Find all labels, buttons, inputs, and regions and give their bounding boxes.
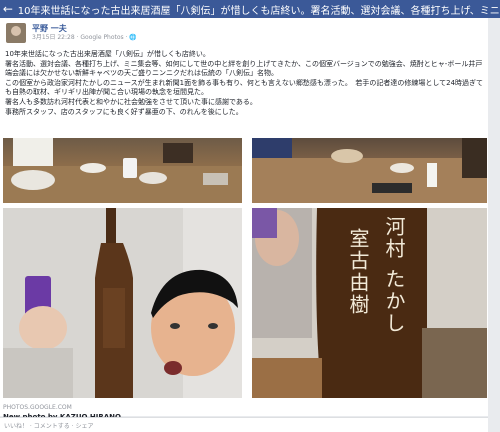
globe-icon: 🌐	[129, 34, 137, 41]
post-line: 10年来世話になった古出来居酒屋「八剣伝」が惜しくも店終い。	[5, 50, 210, 58]
post-text: 10年来世話になった古出来居酒屋「八剣伝」が惜しくも店終い。 署名活動、選対会議…	[5, 50, 483, 117]
bottle-signature-1: 室古由樹	[346, 228, 370, 316]
photo-bottle-closeup[interactable]: 室古由樹 河村 たかし	[252, 208, 487, 398]
post-line: 端会議には欠かせない新鮮キャベツの天ご盛りニンニクだれは伝統の「八剣伝」名物。	[5, 69, 278, 78]
window-title: 10年来世話になった古出来居酒屋「八剣伝」が惜しくも店終い。署名活動、選対会議、…	[17, 5, 500, 17]
photo-man-with-bottle-image	[3, 208, 242, 398]
scrollbar[interactable]	[488, 18, 500, 431]
post-line: この個室から政治家河村たかしのニュースが生まれ新聞1面を飾る事も有り、何とも言え…	[5, 78, 483, 87]
action-bar: いいね！ · コメントする · シェア	[0, 417, 488, 432]
author-name[interactable]: 平野 一夫	[32, 24, 137, 34]
link-source: PHOTOS.GOOGLE.COM	[3, 404, 72, 411]
photo-grid[interactable]: 室古由樹 河村 たかし	[3, 138, 487, 398]
header-bar: ← 10年来世話になった古出来居酒屋「八剣伝」が惜しくも店終い。署名活動、選対会…	[0, 0, 500, 18]
post-line: 事務所スタッフ、店のスタッフにも良く好ず暴亜の下、のれんを後にした。	[5, 107, 243, 116]
photo-man-with-bottle[interactable]	[3, 208, 242, 398]
photo-group-table-image	[252, 138, 487, 203]
post-line: 署名活動、選対会議、各種打ち上げ、ミニ集会等、如何にして世の中と絆を創り上げてき…	[5, 59, 483, 68]
post-card: 平野 一夫 3月15日 22:28 · Google Photos · 🌐 10…	[0, 18, 488, 421]
action-links[interactable]: いいね！ · コメントする · シェア	[4, 421, 93, 430]
post-header: 平野 一夫 3月15日 22:28 · Google Photos · 🌐	[6, 23, 137, 43]
photo-restaurant-table[interactable]	[3, 138, 242, 203]
post-line: も自熱の取材、ギリギリ出陣が聞こ合い現場の執念を垣間見た。	[5, 88, 208, 97]
avatar[interactable]	[6, 23, 26, 43]
photo-restaurant-table-image	[3, 138, 242, 203]
post-line: 署名人も多数訪れ河村代表と和やかに社会勉強をさせて頂いた事に感謝である。	[5, 97, 257, 106]
photo-group-table[interactable]	[252, 138, 487, 203]
bottle-signature-2: 河村 たかし	[382, 216, 406, 335]
post-date[interactable]: 3月15日 22:28 · Google Photos · 🌐	[32, 34, 137, 42]
back-arrow-icon[interactable]: ←	[0, 0, 16, 18]
